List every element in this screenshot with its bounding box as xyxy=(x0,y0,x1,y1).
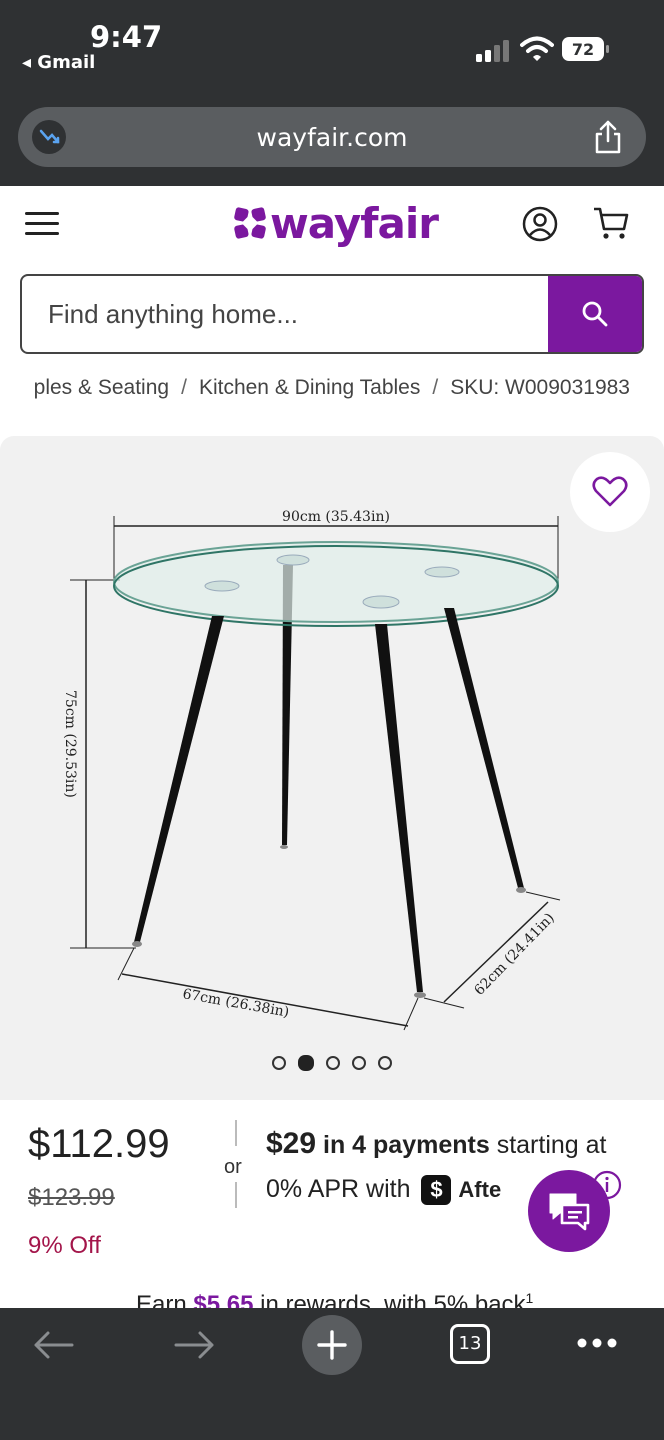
search-icon xyxy=(582,301,608,327)
afterpay-icon: $ xyxy=(421,1175,452,1206)
tab-switcher-button[interactable]: 13 xyxy=(450,1324,490,1364)
gallery-dot-active[interactable] xyxy=(298,1055,314,1071)
share-icon[interactable] xyxy=(592,119,624,155)
depth-right-dimension-label: 62cm (24.41in) xyxy=(471,910,557,999)
wayfair-logo[interactable]: wayfair xyxy=(232,198,439,248)
url-text[interactable]: wayfair.com xyxy=(18,123,646,152)
installment-text: in 4 payments xyxy=(323,1131,490,1159)
original-price: $123.99 xyxy=(28,1184,115,1211)
depth-left-dimension-label: 67cm (26.38in) xyxy=(181,986,290,1020)
cart-icon[interactable] xyxy=(592,204,630,242)
afterpay-name[interactable]: Afte xyxy=(458,1177,501,1202)
wayfair-pinwheel-icon xyxy=(234,207,266,239)
gallery-dot[interactable] xyxy=(326,1056,340,1070)
status-bar: 9:47 ◂ Gmail 72 xyxy=(0,0,664,96)
or-label: or xyxy=(224,1156,242,1178)
account-icon[interactable] xyxy=(522,206,558,242)
gallery-dot[interactable] xyxy=(272,1056,286,1070)
address-bar[interactable]: wayfair.com xyxy=(18,107,646,167)
wifi-icon xyxy=(520,36,554,61)
browser-bottom-bar: 13 xyxy=(0,1308,664,1440)
forward-arrow-icon[interactable] xyxy=(172,1328,216,1362)
logo-text: wayfair xyxy=(270,198,439,248)
breadcrumb-item[interactable]: Kitchen & Dining Tables xyxy=(199,376,420,399)
gallery-pagination xyxy=(0,1055,664,1071)
gallery-dot[interactable] xyxy=(352,1056,366,1070)
back-arrow-icon[interactable] xyxy=(32,1328,76,1362)
rewards-footnote[interactable]: 1 xyxy=(526,1290,534,1306)
battery-level: 72 xyxy=(572,40,594,59)
sale-price: $112.99 xyxy=(28,1122,170,1166)
breadcrumb-separator: / xyxy=(432,376,439,399)
chat-bubbles-icon xyxy=(549,1193,590,1231)
installment-amount: $29 xyxy=(266,1127,317,1160)
clock: 9:47 xyxy=(90,20,163,54)
product-image-glass-table: 90cm (35.43in) 75cm (29.53in) 67cm (26.3… xyxy=(62,509,561,1031)
breadcrumb-item[interactable]: ples & Seating xyxy=(34,376,169,399)
breadcrumb-sku: SKU: W009031983 xyxy=(450,376,630,399)
gallery-dot[interactable] xyxy=(378,1056,392,1070)
cellular-signal-icon xyxy=(476,40,509,62)
breadcrumb-separator: / xyxy=(181,376,187,399)
chat-button[interactable] xyxy=(528,1170,610,1252)
site-header: wayfair xyxy=(0,186,664,266)
height-dimension-label: 75cm (29.53in) xyxy=(62,690,78,798)
divider xyxy=(235,1182,237,1208)
plus-icon xyxy=(317,1330,347,1360)
search-input[interactable] xyxy=(22,276,552,352)
new-tab-button[interactable] xyxy=(302,1315,362,1375)
more-options-icon[interactable] xyxy=(576,1336,618,1350)
search-button[interactable] xyxy=(548,276,642,352)
back-to-app-link[interactable]: ◂ Gmail xyxy=(22,52,95,73)
browser-toolbar: wayfair.com xyxy=(0,96,664,186)
width-dimension-label: 90cm (35.43in) xyxy=(282,509,390,525)
breadcrumb: ples & Seating / Kitchen & Dining Tables / S… xyxy=(0,376,664,404)
search-bar xyxy=(20,274,644,354)
battery-icon: 72 xyxy=(562,37,609,61)
discount-badge: 9% Off xyxy=(28,1232,101,1259)
hamburger-menu-icon[interactable] xyxy=(25,210,59,238)
divider xyxy=(235,1120,237,1146)
